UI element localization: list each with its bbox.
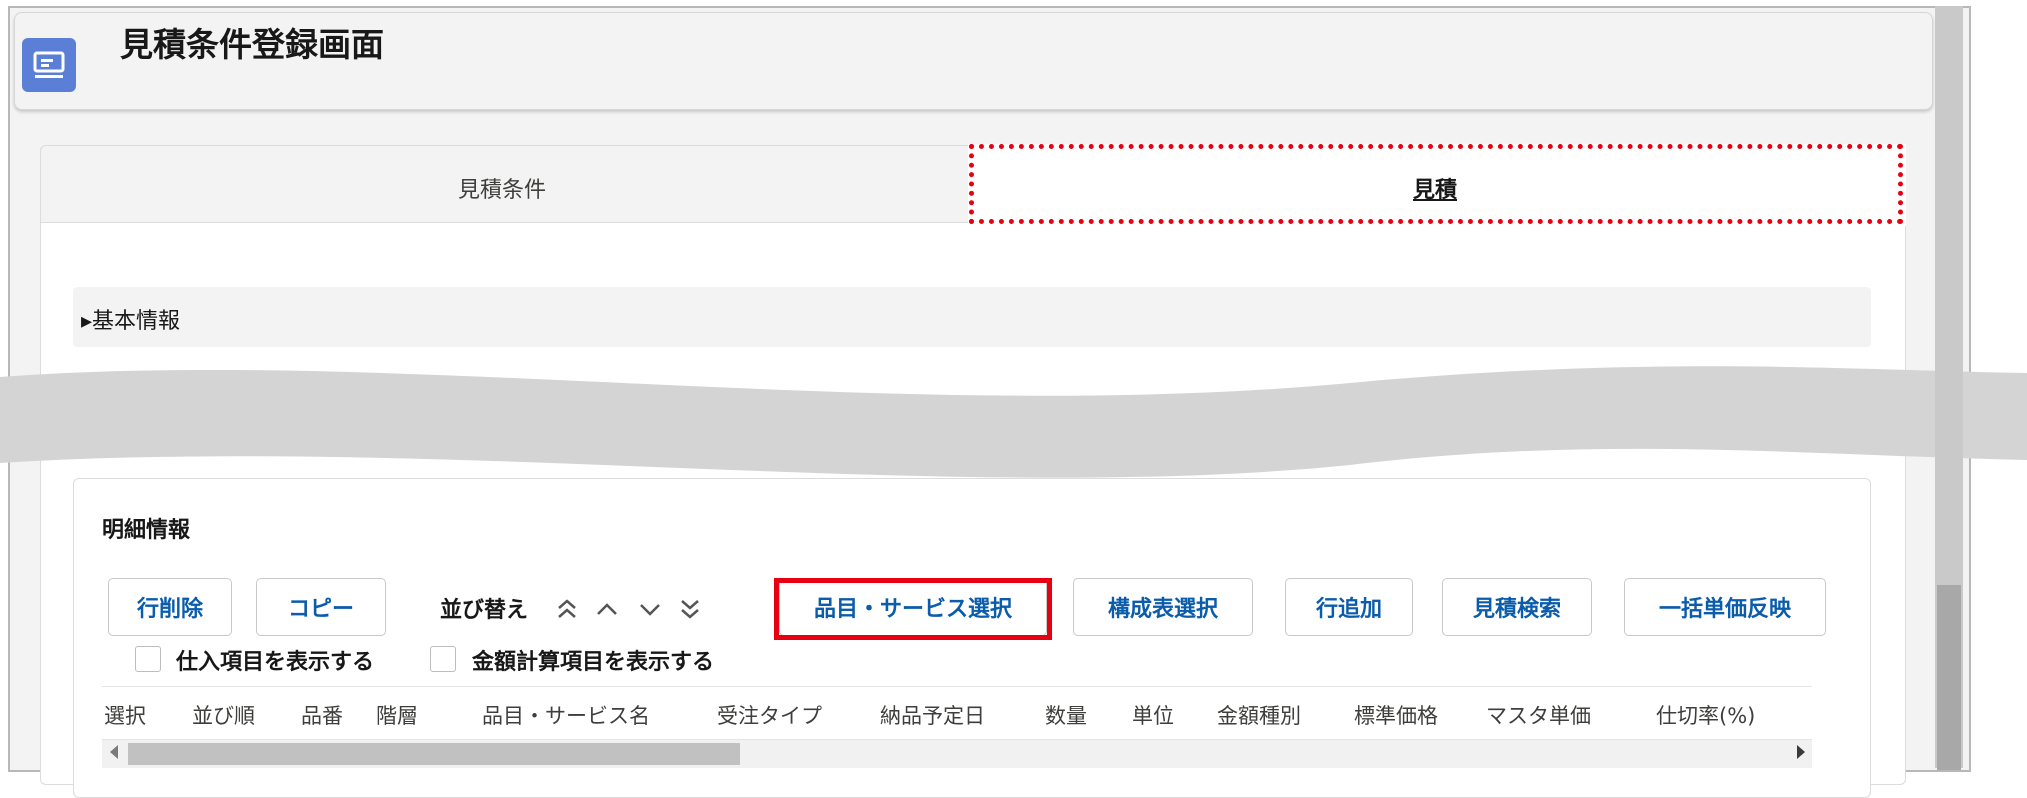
column-header[interactable]: 仕切率(%) — [1656, 700, 1755, 730]
select-bom-button[interactable]: 構成表選択 — [1073, 578, 1253, 636]
show-purchase-checkbox[interactable] — [135, 646, 161, 672]
column-header[interactable]: 品番 — [301, 700, 343, 730]
search-quote-button[interactable]: 見積検索 — [1442, 578, 1592, 636]
show-amount-calc-label: 金額計算項目を表示する — [472, 650, 715, 675]
double-chevron-up-icon[interactable] — [553, 595, 581, 623]
column-header[interactable]: 受注タイプ — [717, 700, 822, 730]
show-amount-calc-checkbox[interactable] — [430, 646, 456, 672]
column-header[interactable]: 階層 — [376, 700, 418, 730]
section-basic-info[interactable]: ▸基本情報 — [73, 287, 1871, 347]
column-header[interactable]: 納品予定日 — [880, 700, 985, 730]
scroll-right-icon[interactable] — [1797, 745, 1805, 759]
section-basic-info-label: ▸基本情報 — [81, 309, 181, 334]
column-header[interactable]: 単位 — [1132, 700, 1174, 730]
tab-quote-conditions[interactable]: 見積条件 — [458, 172, 546, 204]
column-header[interactable]: 標準価格 — [1354, 700, 1438, 730]
show-purchase-label: 仕入項目を表示する — [176, 650, 375, 675]
chevron-up-icon[interactable] — [593, 595, 621, 623]
column-header[interactable]: 並び順 — [192, 700, 255, 730]
tab-quote[interactable]: 見積 — [1413, 172, 1457, 204]
copy-button[interactable]: コピー — [256, 578, 386, 636]
double-chevron-down-icon[interactable] — [676, 595, 704, 623]
vertical-scroll-thumb[interactable] — [1937, 585, 1961, 770]
horizontal-scroll-thumb[interactable] — [128, 743, 740, 765]
select-item-service-button[interactable]: 品目・サービス選択 — [779, 578, 1047, 636]
quote-document-icon — [22, 38, 76, 92]
column-header[interactable]: 金額種別 — [1217, 700, 1301, 730]
column-header[interactable]: マスタ単価 — [1486, 700, 1591, 730]
add-row-button[interactable]: 行追加 — [1285, 578, 1413, 636]
omission-wave — [0, 366, 2027, 478]
column-header[interactable]: 数量 — [1045, 700, 1087, 730]
bulk-price-apply-button[interactable]: 一括単価反映 — [1624, 578, 1826, 636]
page-title: 見積条件登録画面 — [120, 25, 384, 64]
chevron-down-icon[interactable] — [636, 595, 664, 623]
column-header[interactable]: 選択 — [104, 700, 146, 730]
delete-row-button[interactable]: 行削除 — [108, 578, 232, 636]
column-header[interactable]: 品目・サービス名 — [482, 700, 650, 730]
scroll-left-icon[interactable] — [110, 745, 118, 759]
sort-label: 並び替え — [440, 598, 529, 623]
detail-section-title: 明細情報 — [102, 518, 191, 543]
